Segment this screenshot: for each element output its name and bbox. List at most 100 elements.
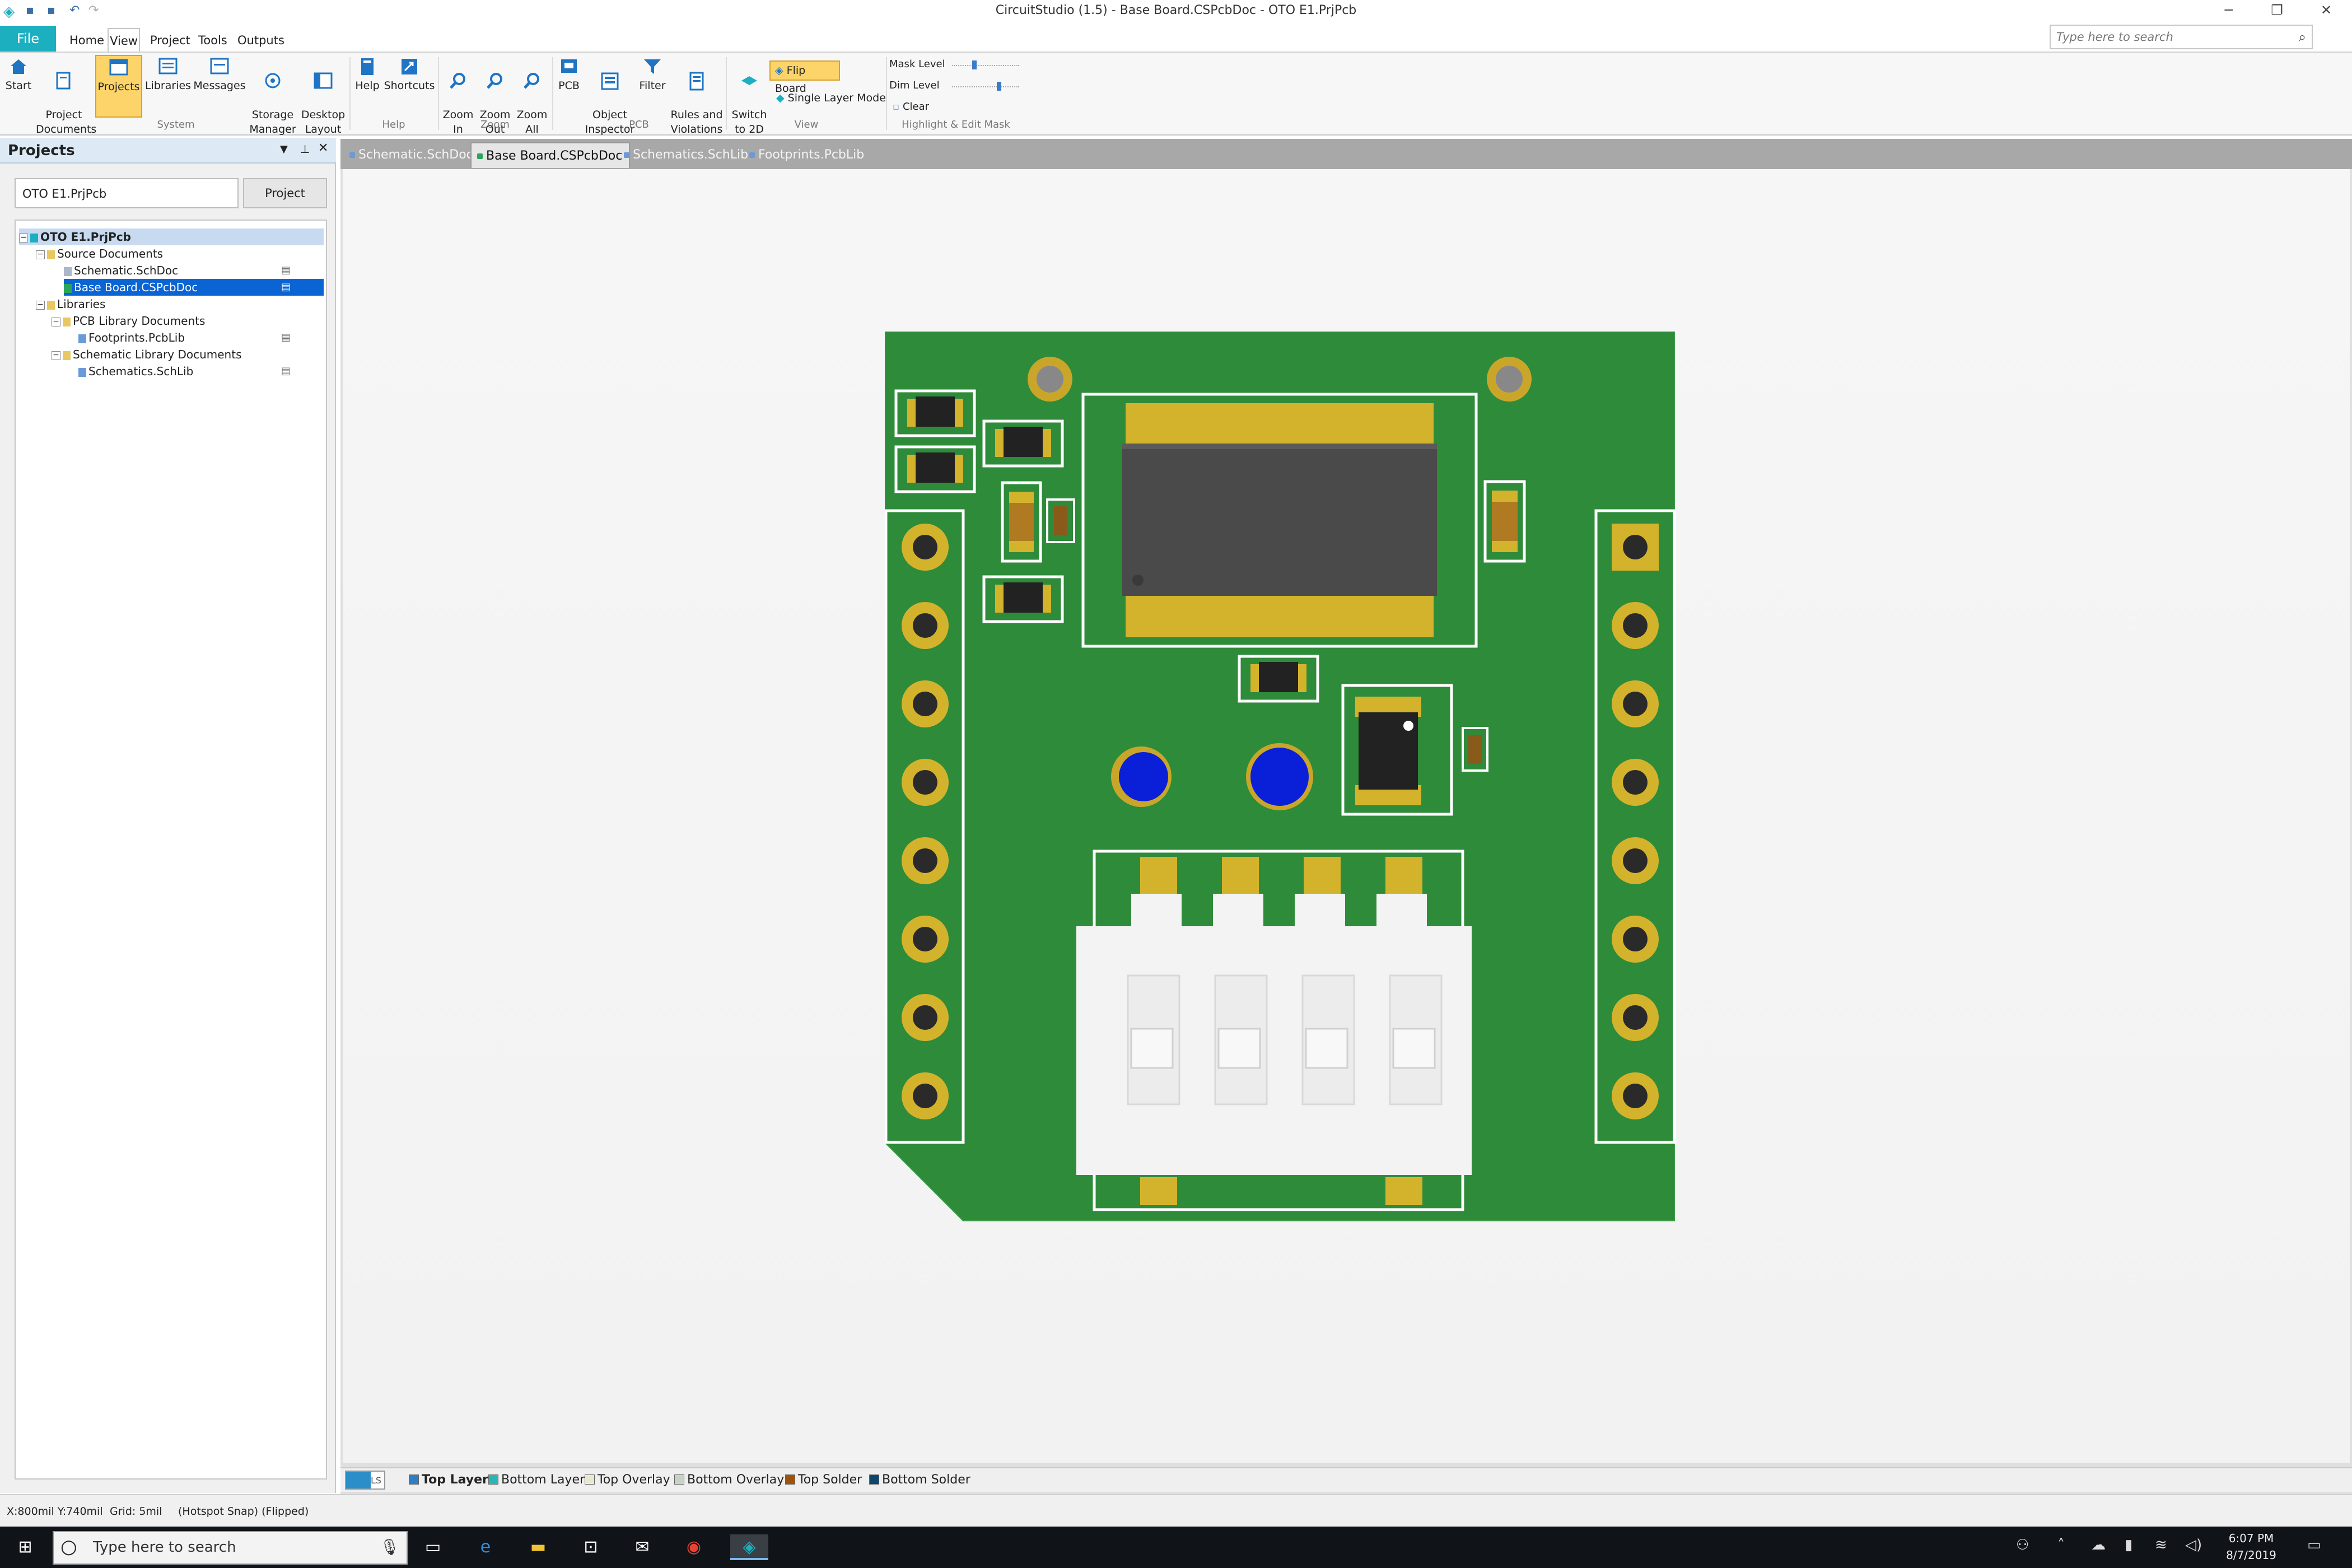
layer-tab-top-overlay[interactable]: Top Overlay xyxy=(585,1472,670,1488)
window-title: CircuitStudio (1.5) - Base Board.CSPcbDo… xyxy=(995,3,1357,17)
layer-tab-top-layer[interactable]: Top Layer xyxy=(409,1472,488,1488)
libraries-button[interactable]: Libraries xyxy=(144,57,192,93)
filter-button[interactable]: Filter xyxy=(635,57,670,93)
menu-tools[interactable]: Tools xyxy=(198,29,227,52)
mask-level-knob[interactable] xyxy=(972,60,977,69)
folder-icon xyxy=(63,351,71,360)
collapse-icon[interactable]: − xyxy=(19,233,28,242)
pcb-button[interactable]: PCB xyxy=(554,57,584,93)
document-status-icon: ▤ xyxy=(281,365,291,377)
ribbon: Start Project Documents Projects Librari… xyxy=(0,52,2352,136)
document-status-icon: ▤ xyxy=(281,264,291,276)
tree-item-libraries[interactable]: − Libraries xyxy=(36,296,105,312)
dim-level-knob[interactable] xyxy=(997,82,1001,91)
layer-color-swatch xyxy=(869,1474,879,1485)
messages-label: Messages xyxy=(193,80,246,92)
messages-button[interactable]: Messages xyxy=(193,57,246,93)
tree-item-label: Libraries xyxy=(57,297,106,311)
edge-icon[interactable]: e xyxy=(472,1534,500,1560)
projects-button[interactable]: Projects xyxy=(95,55,142,118)
tab-footprints-pcblib[interactable]: Footprints.PcbLib xyxy=(744,142,871,168)
store-icon[interactable]: ⊡ xyxy=(577,1534,605,1560)
help-label: Help xyxy=(355,80,380,92)
document-tabs: Schematic.SchDoc Base Board.CSPcbDoc Sch… xyxy=(340,139,2352,169)
layer-tab-bottom-overlay[interactable]: Bottom Overlay xyxy=(674,1472,784,1488)
single-layer-mode-button[interactable]: ◆ Single Layer Mode xyxy=(776,92,886,104)
volume-icon[interactable]: ◁) xyxy=(2185,1537,2202,1553)
collapse-icon[interactable]: − xyxy=(36,300,45,310)
task-view-icon[interactable]: ▭ xyxy=(419,1534,447,1560)
tree-item-label: Source Documents xyxy=(57,247,164,260)
schlib-file-icon xyxy=(78,367,86,377)
filter-label: Filter xyxy=(639,80,666,92)
collapse-icon[interactable]: − xyxy=(52,351,60,360)
help-button[interactable]: Help xyxy=(352,57,383,93)
layer-tab-bottom-solder[interactable]: Bottom Solder xyxy=(869,1472,970,1488)
pcb-label: PCB xyxy=(558,80,580,92)
mask-level-slider[interactable] xyxy=(952,60,1019,69)
pcb-3d-view[interactable] xyxy=(885,332,1680,1228)
project-selector-input[interactable]: OTO E1.PrjPcb xyxy=(15,178,239,208)
panel-close-icon[interactable]: ✕ xyxy=(318,141,328,155)
menu-view[interactable]: View xyxy=(108,28,140,53)
layer-color-swatch xyxy=(785,1474,795,1485)
collapse-icon[interactable]: − xyxy=(36,250,45,259)
tree-item-schematic-library-documents[interactable]: − Schematic Library Documents xyxy=(52,346,241,363)
tree-item-root-project[interactable]: − OTO E1.PrjPcb xyxy=(19,228,324,245)
mail-icon[interactable]: ✉ xyxy=(628,1534,656,1560)
file-explorer-icon[interactable]: ▬ xyxy=(524,1534,552,1560)
restore-button[interactable]: ❐ xyxy=(2260,2,2294,25)
documents-icon xyxy=(54,72,74,91)
chrome-icon[interactable]: ◉ xyxy=(680,1534,708,1560)
dim-level-slider[interactable] xyxy=(952,82,1019,91)
menu-home[interactable]: Home xyxy=(69,29,104,52)
minimize-button[interactable]: ─ xyxy=(2212,2,2246,25)
tab-schematic-schdoc[interactable]: Schematic.SchDoc xyxy=(344,142,480,168)
group-view-label: View xyxy=(794,119,819,130)
wifi-icon[interactable]: ≋ xyxy=(2155,1537,2167,1553)
blue-led xyxy=(1111,746,1172,807)
onedrive-icon[interactable]: ☁ xyxy=(2091,1537,2106,1553)
tab-base-board[interactable]: Base Board.CSPcbDoc xyxy=(470,142,631,168)
notifications-icon[interactable]: ▭ xyxy=(2307,1537,2321,1553)
menu-outputs[interactable]: Outputs xyxy=(237,29,284,52)
project-button[interactable]: Project xyxy=(243,178,327,208)
panel-menu-icon[interactable]: ▼ xyxy=(280,143,288,155)
menu-project[interactable]: Project xyxy=(150,29,190,52)
layer-set-button[interactable]: LS xyxy=(345,1471,385,1490)
group-highlight-label: Highlight & Edit Mask xyxy=(902,119,1010,130)
flip-board-button[interactable]: ◈ Flip Board xyxy=(769,60,840,95)
search-box[interactable]: Type here to search ⌕ xyxy=(2050,25,2313,49)
close-button[interactable]: ✕ xyxy=(2309,2,2343,25)
shortcuts-icon xyxy=(399,57,419,76)
folder-icon xyxy=(47,250,55,259)
windows-taskbar: ⊞ ○ Type here to search 🎙 ▭ e ▬ ⊡ ✉ ◉ ◈ … xyxy=(0,1527,2352,1568)
battery-icon[interactable]: ▮ xyxy=(2125,1537,2132,1553)
pcb-canvas[interactable] xyxy=(343,169,2350,1463)
taskbar-search-box[interactable]: ○ Type here to search 🎙 xyxy=(53,1531,408,1565)
start-button[interactable]: Start xyxy=(4,57,32,93)
tree-item-source-documents[interactable]: − Source Documents xyxy=(36,245,163,262)
microphone-icon[interactable]: 🎙 xyxy=(380,1538,400,1556)
tab-schematics-schlib[interactable]: Schematics.SchLib xyxy=(618,142,755,168)
layer-tab-bottom-layer[interactable]: Bottom Layer xyxy=(488,1472,585,1488)
file-menu[interactable]: File xyxy=(0,26,56,52)
tree-item-pcb-library-documents[interactable]: − PCB Library Documents xyxy=(52,312,205,329)
layer-label: Top Overlay xyxy=(598,1473,670,1487)
system-clock[interactable]: 6:07 PM 8/7/2019 xyxy=(2218,1530,2285,1564)
pcb-icon xyxy=(559,57,579,76)
tray-overflow-icon[interactable]: ˄ xyxy=(2057,1537,2065,1553)
rules-icon xyxy=(687,72,707,91)
collapse-icon[interactable]: − xyxy=(52,317,60,326)
blue-led xyxy=(1246,743,1313,810)
layer-tab-top-solder[interactable]: Top Solder xyxy=(785,1472,862,1488)
windows-start-icon[interactable]: ⊞ xyxy=(11,1534,39,1560)
people-icon[interactable]: ⚇ xyxy=(2016,1537,2029,1553)
search-icon[interactable]: ⌕ xyxy=(2299,29,2306,45)
circuitstudio-taskbar-icon[interactable]: ◈ xyxy=(730,1534,768,1560)
shortcuts-button[interactable]: Shortcuts xyxy=(383,57,436,93)
clear-mask-button[interactable]: ▫ Clear xyxy=(893,101,929,113)
pin-icon[interactable]: ⊥ xyxy=(300,142,310,156)
folder-icon xyxy=(63,317,71,326)
ssop-ic xyxy=(1081,393,1478,648)
